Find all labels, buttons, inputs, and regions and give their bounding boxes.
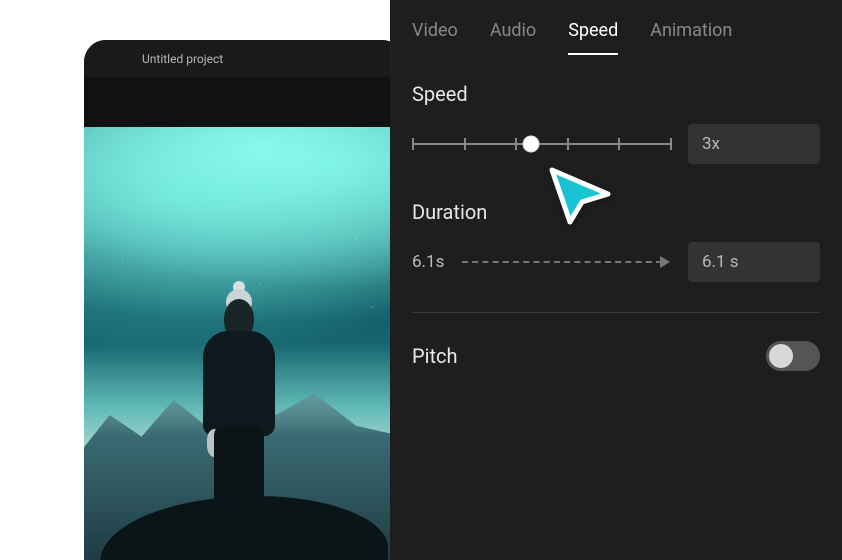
speed-section: Speed 3x — [390, 56, 842, 164]
tab-animation[interactable]: Animation — [650, 12, 732, 55]
duration-value-input[interactable]: 6.1 s — [688, 242, 820, 282]
tab-video[interactable]: Video — [412, 12, 458, 55]
preview-canvas[interactable] — [84, 127, 404, 560]
duration-from: 6.1s — [412, 252, 444, 272]
slider-tick — [618, 138, 620, 150]
person-silhouette — [199, 299, 279, 519]
pitch-label: Pitch — [412, 344, 458, 368]
slider-tick — [515, 138, 517, 150]
toggle-thumb — [769, 344, 793, 368]
duration-section: Duration 6.1s 6.1 s — [390, 164, 842, 282]
duration-arrow-icon — [462, 261, 670, 263]
speed-label: Speed — [412, 82, 820, 106]
speed-slider[interactable] — [412, 132, 670, 156]
slider-tick — [670, 138, 672, 150]
pitch-section: Pitch — [390, 313, 842, 371]
slider-thumb[interactable] — [522, 136, 539, 153]
properties-panel: Video Audio Speed Animation Speed 3x Dur… — [390, 0, 842, 560]
tab-speed[interactable]: Speed — [568, 12, 618, 55]
slider-tick — [412, 138, 414, 150]
slider-tick — [567, 138, 569, 150]
duration-label: Duration — [412, 200, 820, 224]
tab-audio[interactable]: Audio — [490, 12, 536, 55]
slider-track — [412, 143, 670, 145]
slider-tick — [464, 138, 466, 150]
duration-to: 6.1 s — [702, 252, 739, 272]
preview-window: Untitled project — [84, 40, 404, 560]
panel-tabs: Video Audio Speed Animation — [390, 0, 842, 56]
pitch-toggle[interactable] — [766, 341, 820, 371]
speed-value: 3x — [702, 134, 720, 154]
preview-titlebar: Untitled project — [84, 40, 404, 77]
preview-toolbar — [84, 77, 404, 127]
speed-value-input[interactable]: 3x — [688, 124, 820, 164]
project-title: Untitled project — [142, 52, 223, 66]
